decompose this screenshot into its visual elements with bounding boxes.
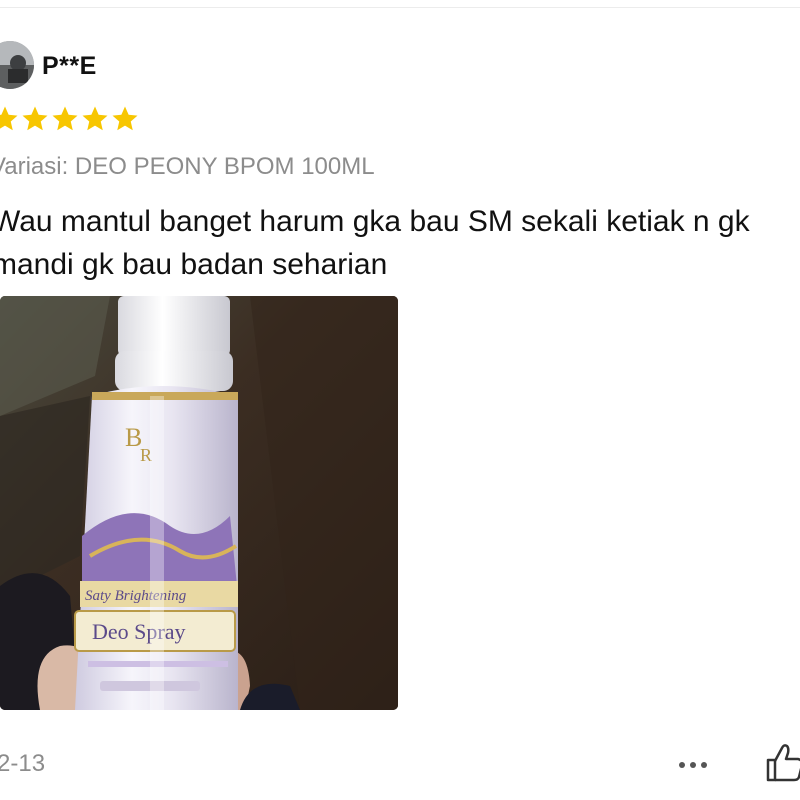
review-photo[interactable]: B R Saty Brightening Deo Spray — [0, 296, 398, 710]
review-date: 2-13 — [0, 750, 46, 777]
top-divider — [0, 7, 800, 8]
more-icon — [690, 762, 696, 768]
review-text-line: mandi gk bau badan seharian — [0, 248, 388, 281]
thumbs-up-icon — [766, 744, 800, 782]
review-text: Wau mantul banget harum gka bau SM sekal… — [0, 200, 800, 286]
more-icon — [679, 762, 685, 768]
star-icon — [82, 106, 108, 131]
star-icon — [22, 106, 48, 131]
more-icon — [701, 762, 707, 768]
star-icon — [0, 106, 18, 131]
review-text-line: Wau mantul banget harum gka bau SM sekal… — [0, 205, 750, 238]
more-options-button[interactable] — [668, 750, 718, 780]
label-brand-text: Saty Brightening — [85, 588, 187, 604]
like-button[interactable] — [762, 740, 800, 784]
star-icon — [52, 106, 78, 131]
product-photo: B R Saty Brightening Deo Spray — [0, 296, 398, 710]
star-icon — [112, 106, 138, 131]
product-variant: Variasi: DEO PEONY BPOM 100ML — [0, 153, 375, 180]
star-rating — [0, 104, 140, 134]
reviewer-name: P**E — [42, 52, 97, 80]
avatar[interactable] — [0, 41, 34, 89]
avatar-image — [0, 41, 34, 89]
label-product-text: Deo Spray — [92, 619, 185, 644]
